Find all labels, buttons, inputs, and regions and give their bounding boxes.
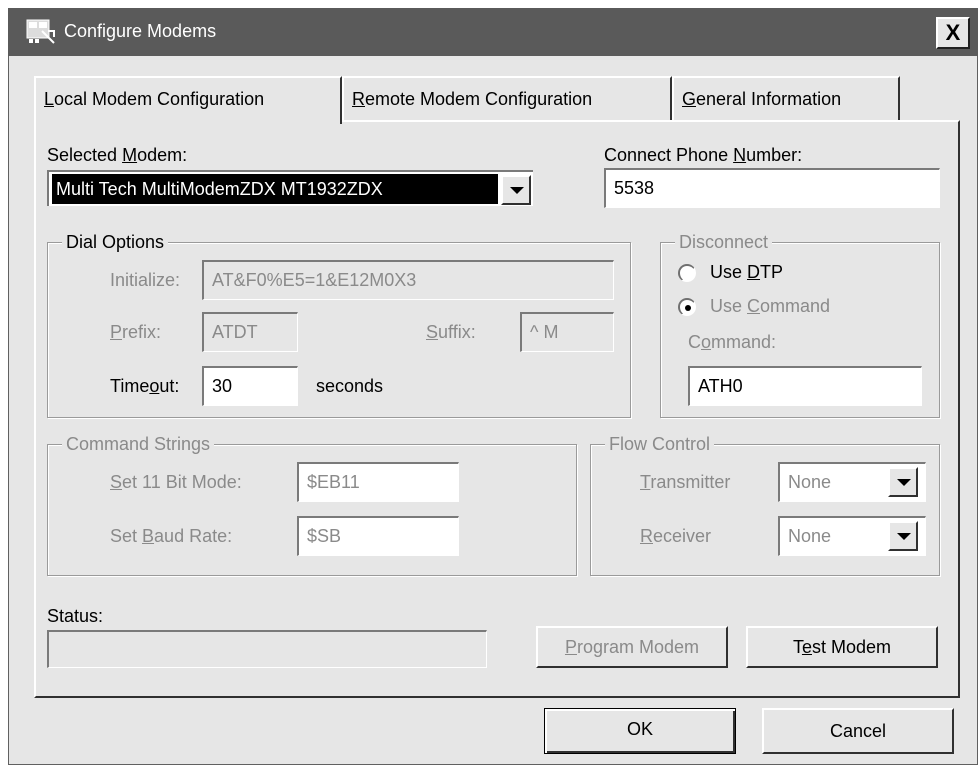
- selected-modem-dropdown[interactable]: Multi Tech MultiModemZDX MT1932ZDX: [47, 170, 533, 206]
- chevron-down-icon[interactable]: [888, 521, 918, 551]
- prefix-field[interactable]: ATDT: [202, 312, 298, 352]
- chevron-down-icon[interactable]: [888, 467, 918, 497]
- chevron-down-icon[interactable]: [501, 175, 531, 205]
- transmitter-dropdown[interactable]: None: [778, 462, 926, 502]
- test-modem-button[interactable]: Test Modem: [746, 626, 938, 668]
- tab-label: Local Modem Configuration: [44, 89, 265, 109]
- close-button[interactable]: X: [936, 17, 970, 49]
- initialize-label: Initialize:: [110, 270, 181, 290]
- set-baud-rate-label: Set Baud Rate:: [110, 526, 233, 546]
- dial-options-legend: Dial Options: [62, 232, 169, 253]
- suffix-field[interactable]: ^ M: [520, 312, 614, 352]
- timeout-label: Timeout:: [110, 376, 180, 396]
- receiver-label: Receiver: [640, 526, 712, 546]
- use-dtp-label: Use DTP: [710, 262, 784, 282]
- tab-label: Remote Modem Configuration: [352, 89, 593, 109]
- disconnect-legend: Disconnect: [675, 232, 773, 253]
- use-command-label: Use Command: [710, 296, 831, 316]
- set-baud-rate-field[interactable]: $SB: [297, 516, 459, 556]
- radio-selected-dot: [685, 305, 691, 311]
- connect-phone-number-label: Connect Phone Number:: [604, 145, 803, 165]
- selected-modem-label: Selected Modem:: [47, 145, 188, 165]
- cancel-button[interactable]: Cancel: [762, 708, 954, 754]
- program-modem-button[interactable]: Program Modem: [536, 626, 728, 668]
- tab-general-information[interactable]: General Information: [672, 76, 900, 122]
- seconds-label: seconds: [316, 376, 384, 396]
- flow-control-legend: Flow Control: [605, 434, 715, 455]
- status-field: [47, 630, 487, 668]
- tab-local-modem-configuration[interactable]: Local Modem Configuration: [34, 76, 342, 124]
- transmitter-label: Transmitter: [640, 472, 731, 492]
- set-11-bit-mode-label: Set 11 Bit Mode:: [110, 472, 242, 492]
- receiver-value: None: [788, 526, 832, 546]
- connect-phone-number-field[interactable]: 5538: [604, 168, 940, 208]
- timeout-field[interactable]: 30: [202, 366, 298, 406]
- suffix-label: Suffix:: [426, 322, 476, 342]
- receiver-dropdown[interactable]: None: [778, 516, 926, 556]
- transmitter-value: None: [788, 472, 832, 492]
- use-command-radio[interactable]: [678, 298, 696, 316]
- window-title: Configure Modems: [64, 21, 217, 41]
- set-11-bit-mode-field[interactable]: $EB11: [297, 462, 459, 502]
- prefix-label: Prefix:: [110, 322, 162, 342]
- status-label: Status:: [47, 606, 104, 626]
- tab-remote-modem-configuration[interactable]: Remote Modem Configuration: [342, 76, 672, 122]
- use-dtp-radio[interactable]: [678, 264, 696, 282]
- initialize-field[interactable]: AT&F0%E5=1&E12M0X3: [202, 260, 614, 300]
- tab-label: General Information: [682, 89, 842, 109]
- command-field[interactable]: ATH0: [688, 366, 922, 406]
- selected-modem-value: Multi Tech MultiModemZDX MT1932ZDX: [52, 174, 498, 204]
- command-label: Command:: [688, 332, 777, 352]
- modem-config-icon: [26, 19, 55, 44]
- command-strings-legend: Command Strings: [62, 434, 215, 455]
- ok-button[interactable]: OK: [544, 708, 736, 754]
